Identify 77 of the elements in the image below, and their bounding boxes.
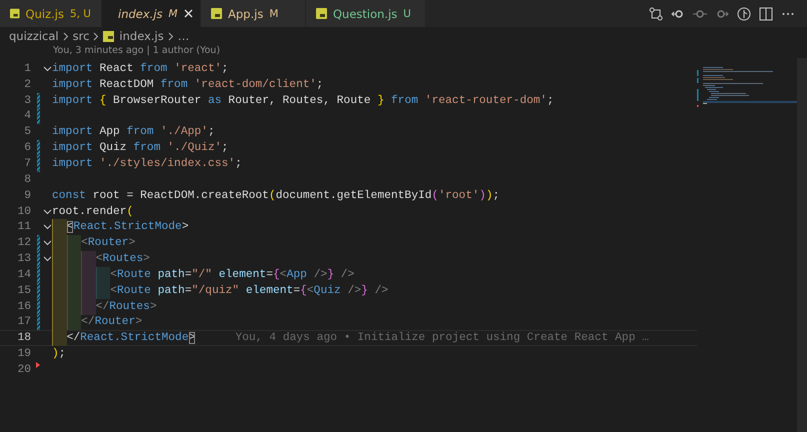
deletion-marker-icon[interactable]	[36, 362, 40, 368]
chevron-right-icon	[62, 32, 69, 40]
breadcrumb-item[interactable]: index.js	[103, 29, 164, 43]
breadcrumb-item[interactable]: quizzical	[9, 29, 59, 43]
line-number: 6	[23, 142, 31, 154]
change-marker[interactable]	[36, 314, 40, 330]
line-number: 15	[16, 284, 31, 297]
tab-status: M	[269, 8, 278, 20]
change-marker[interactable]	[36, 108, 40, 124]
editor-tab[interactable]: Quiz.js 5, U	[0, 0, 102, 27]
code-line: <Route path="/" element={<App />} />	[52, 266, 354, 283]
editor-tab[interactable]: App.js M	[201, 0, 306, 27]
fold-chevron-icon[interactable]	[42, 240, 52, 246]
change-marker[interactable]	[36, 298, 40, 314]
change-marker[interactable]	[36, 140, 40, 156]
split-editor-icon[interactable]	[759, 6, 773, 20]
js-file-icon	[10, 8, 20, 19]
line-number: 14	[16, 268, 31, 281]
compare-changes-icon[interactable]	[649, 6, 663, 20]
editor-tab[interactable]: index.js M	[102, 0, 201, 27]
tab-status: 5, U	[70, 8, 91, 20]
code-line: import './styles/index.css';	[52, 156, 242, 172]
breadcrumb-item[interactable]: …	[178, 29, 190, 43]
line-number: 13	[16, 253, 31, 266]
code-line: </Routes>	[52, 298, 157, 314]
code-line: import React from 'react';	[52, 62, 228, 77]
tab-label: Quiz.js	[26, 6, 64, 20]
line-number: 18	[16, 332, 31, 344]
scrollbar[interactable]	[797, 58, 807, 432]
change-marker[interactable]	[36, 251, 40, 267]
code-line: <Route path="/quiz" element={<Quiz />} />	[52, 282, 388, 299]
line-number: 2	[23, 78, 31, 91]
line-number: 4	[23, 110, 31, 122]
line-number: 11	[16, 221, 31, 234]
chevron-right-icon	[93, 32, 100, 40]
change-marker[interactable]	[36, 92, 40, 109]
tab-status: M	[168, 8, 178, 20]
line-number: 20	[16, 364, 31, 376]
code-line: const root = ReactDOM.createRoot(document.getElementById('root'));	[52, 188, 500, 204]
code-line: <Router>	[52, 235, 136, 252]
code-line: import ReactDOM from 'react-dom/client';	[52, 78, 324, 93]
code-line: );	[52, 346, 66, 362]
line-number: 1	[23, 62, 31, 75]
code-line: import { BrowserRouter as Router, Routes, Route } from 'react-router-dom';	[52, 94, 554, 109]
line-number: 19	[16, 348, 31, 360]
change-marker[interactable]	[36, 266, 40, 283]
line-number: 10	[16, 206, 31, 218]
chevron-right-icon	[168, 32, 174, 40]
change-marker[interactable]	[36, 156, 40, 172]
line-number: 16	[16, 300, 31, 313]
tab-status: U	[403, 8, 411, 20]
js-file-icon	[211, 8, 222, 19]
breadcrumb-item[interactable]: src	[72, 29, 90, 43]
code-line: import App from './App';	[52, 124, 215, 140]
code-line: import Quiz from './Quiz';	[52, 140, 228, 156]
line-number: 3	[23, 94, 31, 107]
line-number: 9	[23, 190, 31, 202]
js-file-icon	[316, 8, 327, 19]
code-line: <Routes>	[52, 251, 150, 267]
line-number: 8	[23, 174, 31, 186]
timeline-icon[interactable]	[737, 6, 751, 20]
code-line: </Router>	[52, 314, 142, 330]
editor-tab[interactable]: Question.js U	[306, 0, 426, 27]
tab-label: Question.js	[333, 6, 398, 20]
line-number: 7	[23, 158, 31, 170]
blame-annotation[interactable]: You, 3 minutes ago | 1 author (You)	[0, 45, 807, 58]
line-number: 17	[16, 316, 31, 328]
tab-label: index.js	[118, 6, 163, 20]
line-number: 5	[23, 126, 31, 138]
code-line: root.render(	[52, 204, 134, 220]
close-icon[interactable]	[184, 9, 193, 18]
tab-label: App.js	[228, 6, 264, 20]
change-marker[interactable]	[36, 282, 40, 299]
change-marker[interactable]	[36, 235, 40, 252]
line-number: 12	[16, 237, 31, 250]
fold-chevron-icon[interactable]	[42, 66, 52, 72]
fold-chevron-icon[interactable]	[42, 256, 52, 262]
